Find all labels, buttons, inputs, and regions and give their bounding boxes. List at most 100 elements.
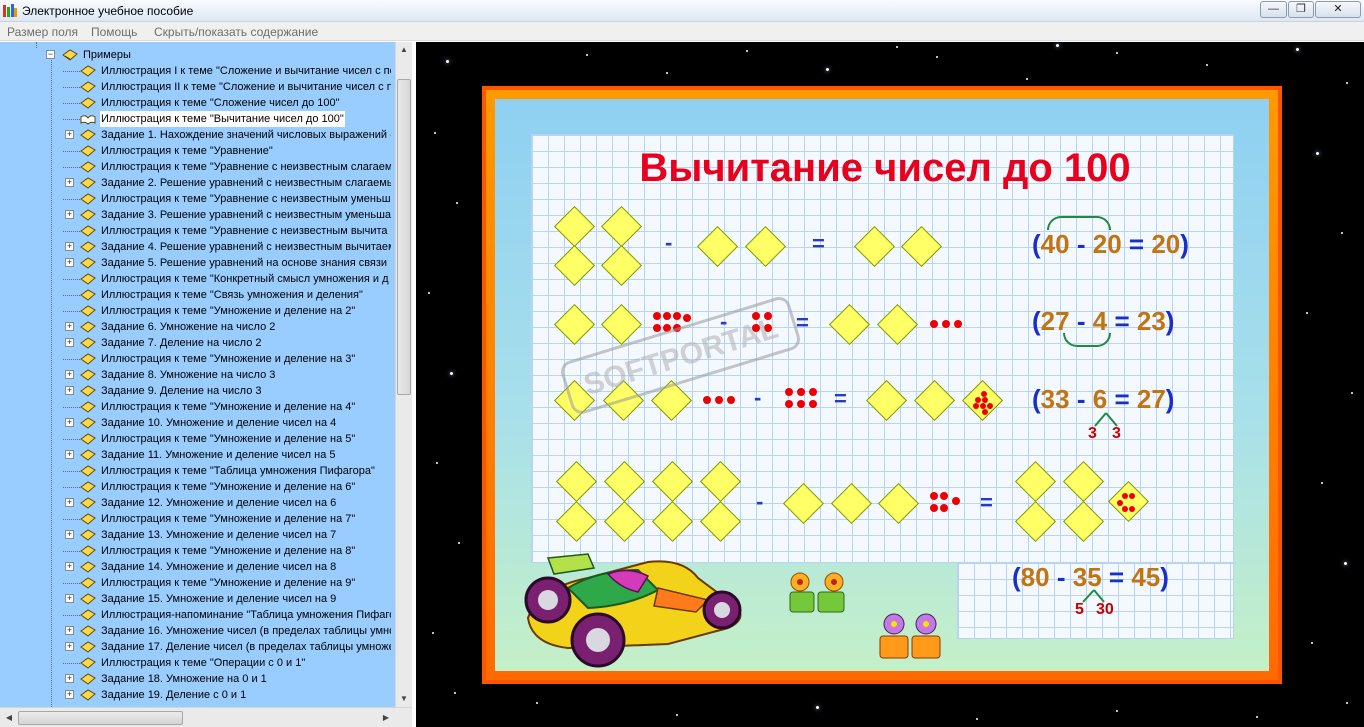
- expand-toggle[interactable]: +: [65, 498, 74, 507]
- expand-toggle[interactable]: +: [65, 562, 74, 571]
- tree-item-task[interactable]: + Задание 11. Умножение и деление чисел н…: [62, 447, 391, 463]
- tree-horizontal-scrollbar[interactable]: ◀ ▶: [0, 707, 412, 727]
- scroll-left-arrow-icon[interactable]: ◀: [1, 710, 17, 726]
- tree-item-task[interactable]: + Задание 17. Деление чисел (в пределах т…: [62, 639, 391, 655]
- book-icon: [80, 577, 96, 589]
- tree-item-task[interactable]: + Задание 18. Умножение на 0 и 1: [62, 671, 391, 687]
- tree-item-task[interactable]: + Задание 9. Деление на число 3: [62, 383, 391, 399]
- menu-toggle-contents[interactable]: Скрыть/показать содержание: [154, 25, 318, 39]
- tree-item-label: Иллюстрация к теме "Вычитание чисел до 1…: [100, 111, 345, 127]
- expand-toggle[interactable]: +: [65, 418, 74, 427]
- tree-item-illustration[interactable]: Иллюстрация к теме "Умножение и деление …: [62, 575, 391, 591]
- tree-item-task[interactable]: + Задание 1. Нахождение значений числовых…: [62, 127, 391, 143]
- tree-item-task[interactable]: + Задание 16. Умножение чисел (в пределах…: [62, 623, 391, 639]
- book-icon: [80, 289, 96, 301]
- expand-toggle[interactable]: +: [65, 130, 74, 139]
- minus-sign: -: [665, 230, 673, 255]
- expand-toggle[interactable]: +: [65, 450, 74, 459]
- expand-toggle[interactable]: +: [65, 386, 74, 395]
- expand-toggle[interactable]: +: [65, 258, 74, 267]
- tree-item-illustration[interactable]: Иллюстрация к теме "Умножение и деление …: [62, 431, 391, 447]
- tree-item-task[interactable]: + Задание 3. Решение уравнений с неизвест…: [62, 207, 391, 223]
- tree-item-illustration[interactable]: Иллюстрация к теме "Таблица умножения Пи…: [62, 463, 391, 479]
- star: [458, 542, 460, 544]
- expand-toggle[interactable]: +: [65, 338, 74, 347]
- tree-item-task[interactable]: + Задание 15. Умножение и деление чисел н…: [62, 591, 391, 607]
- expand-toggle[interactable]: +: [65, 242, 74, 251]
- tree-item-task[interactable]: + Задание 12. Умножение и деление чисел н…: [62, 495, 391, 511]
- minimize-button[interactable]: —: [1260, 1, 1287, 18]
- tree-item-label: Задание 7. Деление на число 2: [101, 337, 262, 349]
- tree-item-task[interactable]: + Задание 13. Умножение и деление чисел н…: [62, 527, 391, 543]
- tree-item-illustration[interactable]: Иллюстрация к теме "Вычитание чисел до 1…: [62, 111, 391, 127]
- expand-toggle[interactable]: +: [65, 594, 74, 603]
- tree-item-illustration[interactable]: Иллюстрация к теме "Уравнение с неизвест…: [62, 191, 391, 207]
- tree-item-label: Задание 4. Решение уравнений с неизвестн…: [101, 241, 391, 253]
- menu-help[interactable]: Помощь: [91, 25, 137, 39]
- tree-item-illustration[interactable]: Иллюстрация к теме "Умножение и деление …: [62, 351, 391, 367]
- tree-item-illustration[interactable]: Иллюстрация I к теме "Сложение и вычитан…: [62, 63, 391, 79]
- tree-item-illustration[interactable]: Иллюстрация к теме "Умножение и деление …: [62, 479, 391, 495]
- tree-item-illustration[interactable]: Иллюстрация к теме "Умножение и деление …: [62, 399, 391, 415]
- maximize-button[interactable]: ❐: [1288, 1, 1314, 18]
- expand-toggle[interactable]: +: [65, 210, 74, 219]
- scroll-down-arrow-icon[interactable]: ▼: [396, 691, 412, 707]
- tree-item-illustration[interactable]: Иллюстрация II к теме "Сложение и вычита…: [62, 79, 391, 95]
- expand-toggle[interactable]: +: [65, 690, 74, 699]
- tree-item-task[interactable]: + Задание 5. Решение уравнений на основе …: [62, 255, 391, 271]
- star: [1306, 312, 1308, 314]
- equation-40-20: (40 - 20 = 20): [1032, 229, 1189, 259]
- expand-toggle[interactable]: +: [65, 626, 74, 635]
- book-icon: [80, 369, 96, 381]
- contents-tree[interactable]: − Примеры Иллюстрация I к теме "Сложение…: [0, 42, 395, 707]
- tree-item-illustration[interactable]: Иллюстрация к теме "Уравнение с неизвест…: [62, 159, 391, 175]
- expand-toggle[interactable]: +: [65, 322, 74, 331]
- tree-item-task[interactable]: + Задание 4. Решение уравнений с неизвест…: [62, 239, 391, 255]
- equals-sign: =: [834, 386, 847, 411]
- tree-item-illustration[interactable]: Иллюстрация к теме "Умножение и деление …: [62, 303, 391, 319]
- tree-item-illustration[interactable]: Иллюстрация к теме "Уравнение с неизвест…: [62, 223, 391, 239]
- star: [1296, 48, 1299, 51]
- tree-item-task[interactable]: + Задание 2. Решение уравнений с неизвест…: [62, 175, 391, 191]
- tree-item-illustration[interactable]: Иллюстрация к теме "Умножение и деление …: [62, 543, 391, 559]
- title-bar: Электронное учебное пособие — ❐ ✕: [0, 0, 1364, 22]
- flower-pots-green: [789, 572, 845, 613]
- tree-vertical-scrollbar[interactable]: ▲ ▼: [395, 42, 412, 707]
- scroll-up-arrow-icon[interactable]: ▲: [396, 42, 412, 58]
- tree-item-illustration[interactable]: Иллюстрация к теме "Уравнение": [62, 143, 391, 159]
- expand-toggle[interactable]: +: [65, 178, 74, 187]
- tree-item-label: Задание 14. Умножение и деление чисел на…: [101, 561, 337, 573]
- expand-toggle[interactable]: +: [65, 530, 74, 539]
- scroll-right-arrow-icon[interactable]: ▶: [378, 710, 394, 726]
- expand-toggle[interactable]: +: [65, 642, 74, 651]
- tree-item-task[interactable]: + Задание 14. Умножение и деление чисел н…: [62, 559, 391, 575]
- close-button[interactable]: ✕: [1315, 1, 1361, 18]
- tree-item-illustration[interactable]: Иллюстрация к теме "Связь умножения и де…: [62, 287, 391, 303]
- menu-field-size[interactable]: Размер поля: [7, 25, 78, 39]
- tree-item-illustration[interactable]: Иллюстрация к теме "Сложение чисел до 10…: [62, 95, 391, 111]
- flower-pots-orange: [879, 613, 941, 659]
- scroll-thumb[interactable]: [397, 79, 411, 395]
- tree-item-task[interactable]: + Задание 6. Умножение на число 2: [62, 319, 391, 335]
- tree-item-illustration[interactable]: Иллюстрация к теме "Конкретный смысл умн…: [62, 271, 391, 287]
- tree-item-label: Иллюстрация к теме "Конкретный смысл умн…: [101, 273, 389, 285]
- tree-item-label: Иллюстрация к теме "Уравнение": [101, 145, 273, 157]
- tree-item-label: Иллюстрация к теме "Умножение и деление …: [101, 401, 356, 413]
- tree-item-illustration[interactable]: Иллюстрация к теме "Операции с 0 и 1": [62, 655, 391, 671]
- tree-item-illustration[interactable]: Иллюстрация к теме "Умножение и деление …: [62, 511, 391, 527]
- tree-item-label: Иллюстрация к теме "Умножение и деление …: [101, 353, 356, 365]
- tree-item-task[interactable]: + Задание 19. Деление с 0 и 1: [62, 687, 391, 703]
- tree-item-illustration[interactable]: Иллюстрация-напоминание "Таблица умножен…: [62, 607, 391, 623]
- tree-root-examples[interactable]: − Примеры: [46, 47, 391, 63]
- expand-toggle[interactable]: +: [65, 370, 74, 379]
- tree-branch-line: [62, 279, 80, 280]
- tree-item-task[interactable]: + Задание 8. Умножение на число 3: [62, 367, 391, 383]
- tree-item-task[interactable]: + Задание 10. Умножение и деление чисел н…: [62, 415, 391, 431]
- book-icon: [80, 321, 96, 333]
- tree-item-label: Задание 2. Решение уравнений с неизвестн…: [101, 177, 391, 189]
- tree-item-task[interactable]: + Задание 7. Деление на число 2: [62, 335, 391, 351]
- star: [1116, 710, 1118, 712]
- collapse-toggle[interactable]: −: [46, 50, 55, 59]
- hscroll-thumb[interactable]: [18, 711, 183, 725]
- expand-toggle[interactable]: +: [65, 674, 74, 683]
